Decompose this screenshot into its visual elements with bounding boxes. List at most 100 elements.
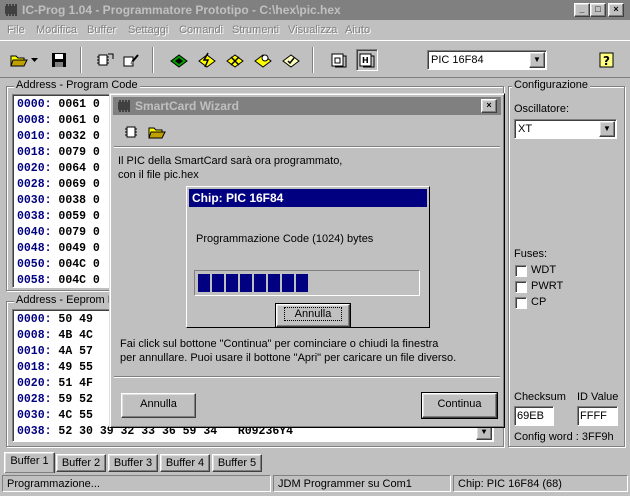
wizard-cancel-button[interactable]: Annulla bbox=[121, 393, 196, 418]
chevron-down-icon[interactable]: ▼ bbox=[529, 52, 545, 68]
window-title-bar[interactable]: IC-Prog 1.04 - Programmatore Prototipo -… bbox=[0, 0, 630, 20]
minimize-button[interactable]: _ bbox=[574, 3, 590, 17]
table-row: 0050: 004C 0 bbox=[17, 258, 100, 271]
chip-settings-button[interactable] bbox=[124, 124, 144, 142]
table-row: 0040: 0079 0 bbox=[17, 226, 100, 239]
wizard-close-button[interactable]: × bbox=[481, 99, 497, 113]
window-title: IC-Prog 1.04 - Programmatore Prototipo -… bbox=[22, 3, 341, 17]
table-row: 0010: 0032 0 bbox=[17, 130, 100, 143]
toolbar-separator bbox=[80, 47, 82, 73]
read-all-button[interactable] bbox=[168, 49, 190, 71]
tab-buffer-1[interactable]: Buffer 1 bbox=[4, 452, 55, 473]
menu-bar: File Modifica Buffer Settaggi Comandi St… bbox=[0, 20, 630, 40]
tab-buffer-5[interactable]: Buffer 5 bbox=[212, 454, 262, 472]
wizard-message-line-1: Il PIC della SmartCard sarà ora programm… bbox=[118, 155, 343, 167]
oscillator-select[interactable]: XT ▼ bbox=[514, 119, 617, 139]
chip-icon bbox=[125, 126, 137, 138]
chip-cancel-button[interactable]: Annulla bbox=[275, 303, 351, 328]
open-file-button[interactable] bbox=[8, 49, 30, 71]
table-row: 0008: 0061 0 bbox=[17, 114, 100, 127]
program-code-editor[interactable]: 0000: 0061 0 0008: 0061 0 0010: 0032 0 0… bbox=[12, 94, 112, 288]
open-folder-icon bbox=[148, 127, 166, 139]
menu-comandi[interactable]: Comandi bbox=[179, 24, 223, 36]
menu-aiuto[interactable]: Aiuto bbox=[345, 24, 370, 36]
cp-checkbox[interactable] bbox=[515, 297, 527, 309]
menu-visualizza[interactable]: Visualizza bbox=[288, 24, 337, 36]
checksum-label: Checksum bbox=[514, 391, 566, 403]
menu-modifica[interactable]: Modifica bbox=[36, 24, 77, 36]
blank-check-icon bbox=[282, 54, 300, 68]
toolbar-separator bbox=[312, 47, 314, 73]
verify-button[interactable] bbox=[252, 49, 274, 71]
chip-settings-button[interactable] bbox=[120, 49, 142, 71]
scroll-down-button[interactable]: ▼ bbox=[476, 426, 492, 440]
menu-buffer[interactable]: Buffer bbox=[87, 24, 116, 36]
menu-strumenti[interactable]: Strumenti bbox=[232, 24, 279, 36]
wdt-checkbox[interactable] bbox=[515, 265, 527, 277]
erase-button[interactable] bbox=[224, 49, 246, 71]
fuses-label: Fuses: bbox=[514, 248, 548, 260]
tab-buffer-2[interactable]: Buffer 2 bbox=[56, 454, 106, 472]
table-row: 0048: 0049 0 bbox=[17, 242, 100, 255]
table-row: 0058: 004C 0 bbox=[17, 274, 100, 287]
device-select[interactable]: PIC 16F84 ▼ bbox=[427, 50, 547, 70]
checksum-field: 69EB bbox=[514, 406, 554, 426]
oscillator-value: XT bbox=[518, 123, 533, 135]
progress-block bbox=[296, 274, 308, 292]
wizard-title-bar[interactable]: SmartCard Wizard × bbox=[113, 97, 501, 115]
verify-chip-icon bbox=[254, 54, 272, 68]
table-row: 0028: 59 52 bbox=[17, 393, 93, 406]
status-chip: Chip: PIC 16F84 (68) bbox=[453, 475, 628, 492]
floppy-disk-icon bbox=[52, 53, 66, 67]
chip-icon bbox=[97, 53, 114, 66]
menu-settaggi[interactable]: Settaggi bbox=[128, 24, 168, 36]
chip-read-button[interactable] bbox=[94, 49, 116, 71]
progress-block bbox=[282, 274, 294, 292]
save-button[interactable] bbox=[48, 49, 70, 71]
hex-view-icon: H bbox=[359, 53, 375, 68]
divider bbox=[114, 376, 500, 378]
table-row: 0000: 50 49 bbox=[17, 313, 93, 326]
id-value-field[interactable]: FFFF bbox=[577, 406, 618, 426]
pwrt-checkbox[interactable] bbox=[515, 281, 527, 293]
close-button[interactable]: × bbox=[608, 3, 624, 17]
progress-block bbox=[268, 274, 280, 292]
ic-chip-icon bbox=[118, 100, 130, 112]
help-icon: ? bbox=[599, 52, 614, 68]
tab-buffer-3[interactable]: Buffer 3 bbox=[108, 454, 158, 472]
pwrt-label: PWRT bbox=[531, 280, 564, 292]
view-hex-button[interactable]: H bbox=[356, 49, 378, 71]
wizard-message-line-2: con il file pic.hex bbox=[118, 169, 199, 181]
tab-buffer-4[interactable]: Buffer 4 bbox=[160, 454, 210, 472]
eeprom-label: Address - Eeprom D bbox=[14, 294, 118, 306]
config-word: Config word : 3FF9h bbox=[514, 431, 614, 443]
table-row: 0038: 0059 0 bbox=[17, 210, 100, 223]
open-dropdown-button[interactable] bbox=[28, 49, 40, 71]
programming-progress-bar bbox=[194, 270, 420, 296]
maximize-button[interactable]: □ bbox=[590, 3, 606, 17]
wizard-instruction-line-2: per annullare. Puoi usare il bottone "Ap… bbox=[120, 352, 457, 364]
help-button[interactable]: ? bbox=[596, 49, 618, 71]
table-row: 0020: 51 4F bbox=[17, 377, 93, 390]
menu-file[interactable]: File bbox=[7, 24, 25, 36]
blank-check-button[interactable] bbox=[280, 49, 302, 71]
erase-chip-icon bbox=[226, 54, 244, 68]
chip-cancel-label: Annulla bbox=[283, 307, 343, 321]
cp-label: CP bbox=[531, 296, 547, 308]
progress-block bbox=[226, 274, 238, 292]
oscillator-label: Oscillatore: bbox=[514, 103, 570, 115]
chevron-down-icon[interactable]: ▼ bbox=[599, 121, 615, 137]
status-message: Programmazione... bbox=[2, 475, 271, 492]
open-file-button[interactable] bbox=[148, 124, 168, 142]
table-row: 0020: 0064 0 bbox=[17, 162, 100, 175]
view-assembler-button[interactable] bbox=[328, 49, 350, 71]
program-all-button[interactable] bbox=[196, 49, 218, 71]
chip-progress-dialog: Chip: PIC 16F84 Programmazione Code (102… bbox=[186, 186, 430, 328]
chip-edit-icon bbox=[123, 54, 139, 67]
table-row: 0018: 0079 0 bbox=[17, 146, 100, 159]
svg-text:H: H bbox=[362, 56, 369, 65]
wizard-continue-button[interactable]: Continua bbox=[421, 392, 498, 419]
wdt-label: WDT bbox=[531, 264, 557, 276]
table-row: 0000: 0061 0 bbox=[17, 98, 100, 111]
table-row: 0008: 4B 4C bbox=[17, 329, 93, 342]
